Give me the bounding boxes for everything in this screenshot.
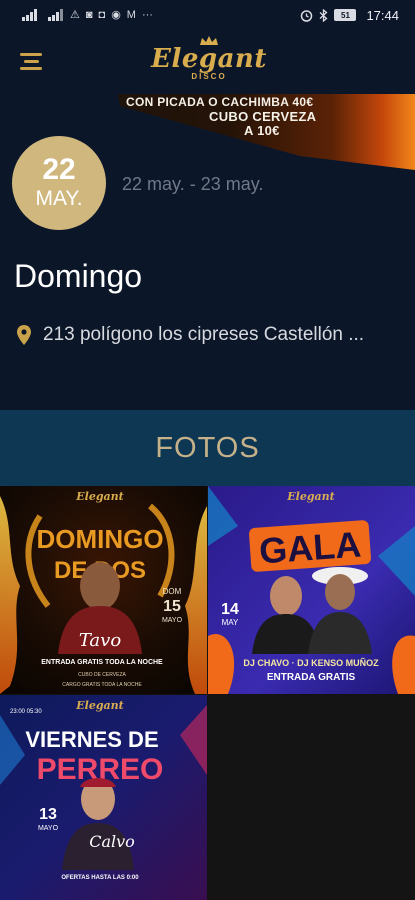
- photo-domingo[interactable]: Elegant DOMINGO DE DOS DOM 15 MAYO Tavo …: [0, 486, 207, 694]
- photo-domingo-day: 15: [163, 598, 181, 615]
- status-bar-left: ⚠ ◙ ◘ ◉ M ···: [22, 9, 153, 21]
- status-time: 17:44: [366, 7, 399, 23]
- menu-icon-bar: [24, 60, 39, 63]
- instagram-icon: ◙: [85, 8, 93, 21]
- signal-icon: [48, 9, 63, 21]
- location-pin-icon: [17, 325, 31, 345]
- date-day: 22: [42, 153, 76, 186]
- svg-text:MAY: MAY: [222, 618, 239, 627]
- menu-button[interactable]: [20, 52, 44, 72]
- menu-icon-bar: [20, 67, 42, 70]
- svg-text:MAYO: MAYO: [162, 617, 183, 624]
- photo-grid-empty-cell: [208, 695, 415, 900]
- app-header: Elegant DISCO: [0, 30, 415, 94]
- photo-grid: Elegant DOMINGO DE DOS DOM 15 MAYO Tavo …: [0, 486, 415, 900]
- photo-gala-entry: ENTRADA GRATIS: [267, 672, 356, 683]
- event-location[interactable]: 213 polígono los cipreses Castellón ...: [17, 324, 407, 346]
- photo-domingo-title: DOMINGO: [36, 524, 163, 554]
- photo-gala[interactable]: Elegant GALA 14 MAY DJ CHAVO · DJ KENSO …: [208, 486, 415, 694]
- battery-icon: 51: [334, 9, 357, 21]
- svg-text:Elegant: Elegant: [286, 490, 334, 503]
- photo-domingo-artist: Tavo: [79, 630, 122, 651]
- bluetooth-icon: [320, 8, 328, 22]
- photo-gala-title: GALA: [258, 523, 363, 571]
- photo-domingo-image: Elegant DOMINGO DE DOS DOM 15 MAYO Tavo …: [0, 486, 207, 694]
- photo-gala-djs: DJ CHAVO · DJ KENSO MUÑOZ: [243, 658, 379, 668]
- signal-icon: [22, 9, 37, 21]
- date-month: MAY.: [35, 187, 83, 210]
- camera-icon: ◘: [98, 8, 106, 21]
- location-address: 213 polígono los cipreses Castellón ...: [43, 324, 365, 345]
- photo-viernes[interactable]: Elegant 23:00 05:30 VIERNES DE PERREO 13…: [0, 695, 207, 900]
- app-logo[interactable]: Elegant DISCO: [148, 36, 270, 88]
- svg-text:CUBO DE CERVEZA: CUBO DE CERVEZA: [78, 672, 126, 678]
- photos-title: FOTOS: [155, 431, 260, 464]
- alarm-icon: [301, 9, 313, 22]
- svg-text:Elegant: Elegant: [75, 490, 123, 503]
- svg-text:CARGO GRATIS TODA LA NOCHE: CARGO GRATIS TODA LA NOCHE: [62, 682, 142, 688]
- photo-viernes-image: Elegant 23:00 05:30 VIERNES DE PERREO 13…: [0, 695, 207, 900]
- date-range: 22 may. - 23 may.: [122, 174, 264, 194]
- gmail-icon: M: [126, 8, 136, 21]
- photo-gala-day: 14: [221, 601, 239, 618]
- svg-text:Elegant: Elegant: [75, 699, 123, 712]
- svg-text:MAYO: MAYO: [38, 825, 59, 832]
- photo-viernes-title: VIERNES DE: [25, 727, 158, 752]
- photo-viernes-time: 23:00 05:30: [10, 709, 42, 715]
- photo-viernes-artist: Calvo: [89, 832, 135, 851]
- svg-text:OFERTAS HASTA LAS 0:00: OFERTAS HASTA LAS 0:00: [61, 875, 139, 881]
- menu-icon: [20, 53, 42, 56]
- banner-line-2: CUBO CERVEZA: [209, 109, 317, 124]
- warning-icon: ⚠: [70, 8, 80, 21]
- banner-line-3: A 10€: [244, 123, 280, 138]
- svg-text:ENTRADA GRATIS TODA LA NOCHE: ENTRADA GRATIS TODA LA NOCHE: [41, 659, 163, 666]
- status-bar: ⚠ ◙ ◘ ◉ M ··· 51 17:44: [0, 0, 415, 30]
- app-screen: ⚠ ◙ ◘ ◉ M ··· 51 17:44 Elegant DISCO CON…: [0, 0, 415, 900]
- photo-gala-image: Elegant GALA 14 MAY DJ CHAVO · DJ KENSO …: [208, 486, 415, 694]
- more-icon: ···: [141, 8, 153, 21]
- photo-viernes-day: 13: [39, 806, 57, 823]
- date-badge: 22 MAY.: [12, 136, 106, 230]
- banner-line-1: CON PICADA O CACHIMBA 40€: [126, 95, 314, 109]
- photos-section-header: FOTOS: [0, 410, 415, 486]
- logo-text: Elegant: [151, 44, 267, 74]
- status-bar-right: 51 17:44: [300, 8, 399, 23]
- photo-domingo-weekday: DOM: [163, 587, 182, 596]
- event-title: Domingo: [14, 258, 143, 294]
- messenger-icon: ◉: [111, 8, 121, 21]
